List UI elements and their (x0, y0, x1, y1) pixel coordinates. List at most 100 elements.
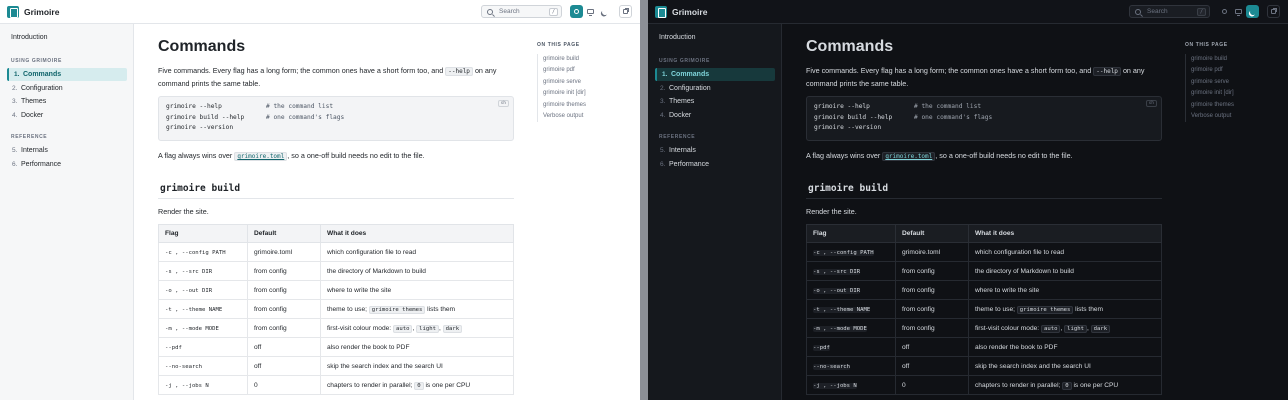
flag-code: -j , --jobs N (813, 382, 857, 389)
sidebar-item-label: Performance (669, 161, 710, 168)
description-cell: the directory of Markdown to build (968, 261, 1162, 281)
toc-item[interactable]: grimoire build (1191, 54, 1281, 65)
flag-code: -c , --config PATH (165, 249, 226, 256)
note-text: A flag always wins over (806, 151, 881, 160)
toc-item[interactable]: grimoire pdf (543, 65, 633, 76)
toc-item[interactable]: grimoire serve (543, 77, 633, 88)
table-row: -c , --config PATH grimoire.toml which con… (806, 242, 1162, 262)
theme-dark-button[interactable] (1246, 5, 1259, 18)
sidebar-item-label: Performance (21, 161, 62, 168)
search-box[interactable]: Search / (481, 5, 562, 18)
sidebar-item-label: Themes (21, 98, 47, 105)
sidebar-item-number: 1. (14, 71, 20, 78)
sidebar-item-performance[interactable]: 6. Performance (7, 158, 127, 171)
search-input[interactable]: Search (1147, 8, 1168, 15)
description-cell: theme to use; grimoire themes lists them (320, 299, 514, 319)
override-note: A flag always wins over grimoire.toml, s… (806, 151, 1073, 161)
sidebar-section-title: USING GRIMOIRE (659, 58, 710, 64)
brand-name[interactable]: Grimoire (672, 7, 707, 17)
toc-item[interactable]: grimoire init [dir] (543, 88, 633, 99)
open-external-button[interactable] (619, 5, 632, 18)
sidebar-item-internals[interactable]: 5. Internals (655, 144, 775, 157)
light-theme-pane: Grimoire Search / Introduction USING GRI… (0, 0, 640, 400)
search-shortcut-key: / (1196, 8, 1206, 16)
sidebar-item-commands[interactable]: 1. Commands (655, 68, 775, 81)
theme-light-button[interactable] (570, 5, 583, 18)
pane-divider[interactable] (640, 0, 648, 400)
code-command: grimoire build --help (814, 113, 893, 121)
config-file-link[interactable]: grimoire.toml (882, 152, 936, 161)
brand-name[interactable]: Grimoire (24, 7, 59, 17)
flag-code: --no-search (813, 363, 851, 370)
flag-cell: -o , --out DIR (806, 280, 896, 300)
toc-item[interactable]: grimoire themes (543, 100, 633, 111)
toc-item[interactable]: grimoire init [dir] (1191, 88, 1281, 99)
table-row: -c , --config PATH grimoire.toml which con… (158, 242, 514, 262)
toc-item[interactable]: Verbose output (1191, 111, 1281, 122)
inline-code: light (416, 324, 439, 333)
sidebar-item-docker[interactable]: 4. Docker (7, 109, 127, 122)
description-cell: also render the book to PDF (320, 337, 514, 357)
flag-code: -c , --config PATH (813, 249, 874, 256)
default-value: from config (902, 324, 935, 332)
flag-description: first-visit colour mode: (327, 324, 392, 332)
table-row: --no-search off skip the search index and … (806, 356, 1162, 376)
sidebar-item-introduction[interactable]: Introduction (659, 34, 696, 41)
sidebar-item-number: 5. (12, 147, 18, 154)
table-row: -j , --jobs N 0 chapters to render in para… (806, 375, 1162, 395)
sidebar-item-performance[interactable]: 6. Performance (655, 158, 775, 171)
monitor-icon (1235, 9, 1242, 16)
default-value: grimoire.toml (902, 248, 941, 256)
sidebar-item-introduction[interactable]: Introduction (11, 34, 48, 41)
moon-icon (601, 8, 609, 16)
table-row: -t , --theme NAME from config theme to use… (158, 299, 514, 319)
search-box[interactable]: Search / (1129, 5, 1210, 18)
toc-item[interactable]: grimoire themes (1191, 100, 1281, 111)
sidebar-item-docker[interactable]: 4. Docker (655, 109, 775, 122)
default-cell: from config (247, 261, 321, 281)
theme-auto-button[interactable] (584, 5, 597, 18)
theme-auto-button[interactable] (1232, 5, 1245, 18)
config-file-link[interactable]: grimoire.toml (234, 152, 288, 161)
sidebar-item-number: 6. (12, 161, 18, 168)
sidebar-item-commands[interactable]: 1. Commands (7, 68, 127, 81)
note-text: , so a one-off build needs no edit to th… (935, 151, 1073, 160)
search-input[interactable]: Search (499, 8, 520, 15)
toc-item[interactable]: grimoire build (543, 54, 633, 65)
sidebar-item-configuration[interactable]: 2. Configuration (7, 82, 127, 95)
lead-paragraph: Five commands. Every flag has a long for… (158, 65, 514, 90)
theme-dark-button[interactable] (598, 5, 611, 18)
flag-code: -o , --out DIR (165, 287, 213, 294)
sidebar-item-themes[interactable]: 3. Themes (655, 95, 775, 108)
code-line: grimoire --help # the command list (814, 103, 1154, 114)
inline-code: auto (392, 324, 413, 333)
default-value: off (254, 343, 262, 351)
default-cell: from config (895, 318, 969, 338)
flag-description: skip the search index and the search UI (975, 362, 1091, 370)
code-language-badge: sh (497, 100, 509, 107)
theme-light-button[interactable] (1218, 5, 1231, 18)
table-row: -s , --src DIR from config the directory o… (158, 261, 514, 281)
flag-cell: -j , --jobs N (158, 375, 248, 395)
flag-description: lists them (427, 305, 456, 313)
sidebar-item-label: Internals (21, 147, 48, 154)
table-row: -o , --out DIR from config where to write … (806, 280, 1162, 300)
note-text: , so a one-off build needs no edit to th… (287, 151, 425, 160)
open-external-button[interactable] (1267, 5, 1280, 18)
sidebar-item-configuration[interactable]: 2. Configuration (655, 82, 775, 95)
moon-icon (1249, 8, 1257, 16)
default-value: off (902, 362, 910, 370)
inline-code: 0 (1062, 381, 1072, 390)
default-value: grimoire.toml (254, 248, 293, 256)
inline-code: --help (1093, 67, 1121, 76)
toc-item[interactable]: Verbose output (543, 111, 633, 122)
sidebar-item-themes[interactable]: 3. Themes (7, 95, 127, 108)
toc-item[interactable]: grimoire serve (1191, 77, 1281, 88)
flag-code: --pdf (813, 344, 830, 351)
sidebar-item-internals[interactable]: 5. Internals (7, 144, 127, 157)
flag-description: where to write the site (327, 286, 392, 294)
toc-item[interactable]: grimoire pdf (1191, 65, 1281, 76)
table-row: -m , --mode MODE from config first-visit c… (806, 318, 1162, 338)
lead-text: Five commands. Every flag has a long for… (806, 66, 1092, 75)
on-this-page-toc: ON THIS PAGE grimoire build grimoire pdf… (1185, 42, 1281, 123)
